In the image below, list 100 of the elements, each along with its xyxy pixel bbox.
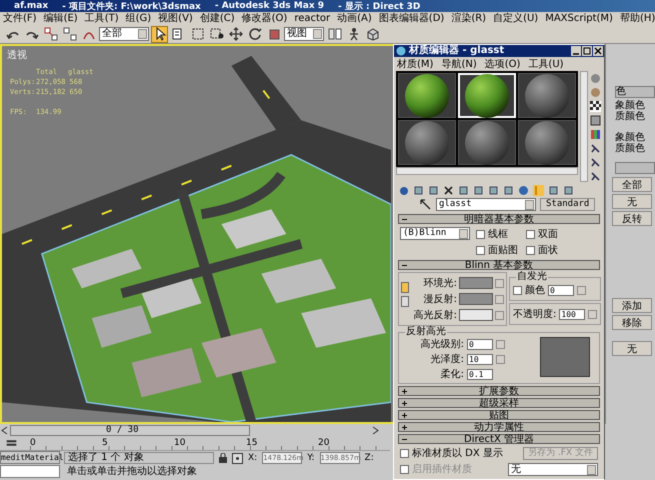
window-title: - 显示 : Direct 3D xyxy=(338,0,420,12)
vertical-scrollbar[interactable] xyxy=(580,71,588,182)
lock-button[interactable] xyxy=(401,282,409,293)
menu-item[interactable]: 修改器(O) xyxy=(242,12,288,24)
menu-item[interactable]: 创建(C) xyxy=(200,12,235,24)
rollout-title: 贴图 xyxy=(488,410,510,420)
square-icon[interactable] xyxy=(590,115,601,126)
link-tool-button[interactable] xyxy=(42,26,59,42)
menu-item[interactable]: 文件(F) xyxy=(3,12,37,24)
rollout-header[interactable]: 贴图 xyxy=(398,410,600,420)
panel-button[interactable]: 无 xyxy=(612,341,652,356)
menu-item[interactable]: 选项(O) xyxy=(484,56,520,70)
select-tool-button[interactable] xyxy=(151,26,168,42)
panel-button[interactable]: 移除 xyxy=(612,315,652,330)
spinner-field[interactable]: 0.1 xyxy=(467,368,493,380)
menu-item[interactable]: 渲染(R) xyxy=(451,12,486,24)
unlink-tool-button[interactable] xyxy=(61,26,78,42)
group-title: 反射高光 xyxy=(405,327,447,337)
previous-frame-icon[interactable] xyxy=(1,426,8,434)
rollout-title: 动力学属性 xyxy=(473,422,525,432)
color-swatch[interactable] xyxy=(459,277,493,289)
viewport-label[interactable]: 透视 xyxy=(7,48,27,62)
spinner-field[interactable]: 0 xyxy=(548,284,574,296)
spinner-field[interactable]: 100 xyxy=(559,308,586,320)
selection-filter-dropdown[interactable]: 全部 xyxy=(99,27,149,41)
menu-item[interactable]: 帮助(H) xyxy=(620,12,655,24)
pick-material-icon[interactable] xyxy=(420,199,432,210)
color-swatch[interactable] xyxy=(459,293,493,305)
rollout-title: DirectX 管理器 xyxy=(463,434,535,444)
checkbox[interactable] xyxy=(526,230,535,238)
pivot-tool-button[interactable] xyxy=(326,26,343,42)
shader-dropdown[interactable]: (B)Blinn xyxy=(400,227,470,240)
prompt-line: 单击或单击并拖动以选择对象 xyxy=(66,465,198,478)
panel-button[interactable]: 无 xyxy=(612,194,652,209)
menu-item[interactable]: 导航(N) xyxy=(441,56,477,70)
material-type-button[interactable]: Standard xyxy=(540,198,596,211)
time-slider[interactable]: 0 / 30 xyxy=(10,424,370,436)
horizontal-scrollbar[interactable] xyxy=(396,167,578,175)
plus-icon xyxy=(401,424,408,430)
script-input-field[interactable] xyxy=(0,465,60,478)
checkbox[interactable] xyxy=(476,246,485,254)
spinner-field[interactable]: 10 xyxy=(467,354,493,364)
material-sample-slot[interactable] xyxy=(398,73,456,118)
rollout-header[interactable]: Blinn 基本参数 xyxy=(398,260,600,270)
checkbox[interactable] xyxy=(476,230,485,238)
unlink-icon xyxy=(62,27,76,41)
material-name-field[interactable]: glasst xyxy=(436,198,536,211)
checkbox[interactable] xyxy=(513,286,522,294)
menu-item[interactable]: 自定义(U) xyxy=(493,12,538,24)
checkbox-label: 标准材质以 DX 显示 xyxy=(412,446,503,460)
rollout-title: 明暗器基本参数 xyxy=(463,214,535,224)
panel-button[interactable]: 反转 xyxy=(612,211,652,226)
delete-icon[interactable] xyxy=(443,184,454,196)
rollout-header[interactable]: 色 xyxy=(615,86,655,98)
rollout-header[interactable]: DirectX 管理器 xyxy=(398,434,600,444)
menu-item[interactable]: 图表编辑器(D) xyxy=(378,12,444,24)
menu-item[interactable]: 编辑(E) xyxy=(44,12,78,24)
move-icon xyxy=(228,27,242,41)
track-bar-icon[interactable] xyxy=(6,438,17,448)
spinner-field[interactable]: 0 xyxy=(467,338,493,350)
checkbox[interactable] xyxy=(400,448,409,458)
color-bars-icon[interactable] xyxy=(590,129,601,140)
plugin-material-dropdown[interactable]: 无 xyxy=(508,462,598,476)
lock-icon[interactable] xyxy=(219,453,227,463)
checkbox-label: 颜色 xyxy=(525,284,545,297)
menu-item[interactable]: 工具(T) xyxy=(84,12,119,24)
coordinate-label: X: xyxy=(248,453,258,463)
menu-item[interactable]: reactor xyxy=(294,12,330,24)
rollout-title: 扩展参数 xyxy=(478,386,520,396)
checkbox-label: 面贴图 xyxy=(488,244,518,257)
highlight-curve-preview xyxy=(540,337,590,377)
color-swatch[interactable] xyxy=(459,309,493,321)
panel-button[interactable]: 添加 xyxy=(612,298,652,313)
checker-icon[interactable] xyxy=(590,101,601,112)
rollout-header[interactable]: 扩展参数 xyxy=(398,386,600,396)
rollout-header[interactable]: 超级采样 xyxy=(398,398,600,408)
maximize-button[interactable] xyxy=(582,46,592,56)
absolute-mode-icon[interactable] xyxy=(232,452,243,464)
menu-item[interactable]: 动画(A) xyxy=(337,12,372,24)
panel-button[interactable]: 全部 xyxy=(612,177,652,192)
rollout-title: Blinn 基本参数 xyxy=(464,260,534,270)
rollout-header[interactable]: 动力学属性 xyxy=(398,422,600,432)
rollout-header[interactable]: 明暗器基本参数 xyxy=(398,214,600,224)
checkbox[interactable] xyxy=(526,246,535,254)
move-tool-button[interactable] xyxy=(227,26,244,42)
next-frame-icon[interactable] xyxy=(372,426,379,434)
checkbox[interactable] xyxy=(400,464,409,474)
color-label: 漫反射: xyxy=(422,292,457,306)
menu-item[interactable]: MAXScript(M) xyxy=(545,12,613,24)
time-slider-thumb[interactable]: 0 / 30 xyxy=(10,424,250,436)
menu-item[interactable]: 工具(U) xyxy=(528,56,564,70)
option-label: 象颜色 xyxy=(615,132,646,143)
menu-item[interactable]: 视图(V) xyxy=(158,12,193,24)
lock-button[interactable] xyxy=(401,296,409,307)
menu-item[interactable]: 组(G) xyxy=(126,12,152,24)
reference-coordinate-dropdown[interactable]: 视图 xyxy=(284,27,324,41)
group-title: 自发光 xyxy=(516,272,548,282)
scale-icon xyxy=(266,27,280,41)
close-button[interactable] xyxy=(593,46,603,56)
menu-item[interactable]: 材质(M) xyxy=(397,56,434,70)
